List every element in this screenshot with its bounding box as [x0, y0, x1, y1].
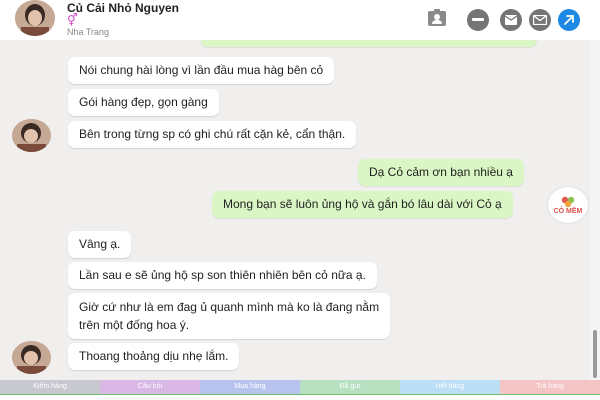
contact-avatar[interactable] — [15, 0, 55, 36]
sender-avatar[interactable] — [12, 341, 51, 374]
message-in: Gói hàng đẹp, gọn gàng — [68, 89, 219, 116]
message-in-multiline: Giờ cứ như là em đag ủ quanh mình mà ko … — [68, 293, 391, 339]
message-in: Thoang thoảng dịu nhẹ lắm. — [68, 343, 240, 370]
compose-input[interactable] — [0, 394, 600, 400]
message-in: Bên trong từng sp có ghi chú rất cặn kẻ,… — [68, 121, 357, 148]
scrollbar-track[interactable] — [590, 40, 600, 380]
quick-tag-bar: Kiểm hàng Câu hỏi Mua hàng Đã gửi Hết hà… — [0, 380, 600, 394]
tag-het-hang[interactable]: Hết hàng — [400, 380, 500, 394]
message-out: Dạ Cỏ cảm ơn bạn nhiều ạ — [358, 159, 524, 186]
contact-name[interactable]: Củ Cải Nhỏ Nguyen — [67, 1, 179, 15]
scrollbar-thumb[interactable] — [593, 330, 597, 378]
message-out: Mong bạn sẽ luôn ủng hộ và gắn bó lâu dà… — [212, 191, 513, 218]
inbox-button[interactable] — [500, 9, 522, 31]
tag-mua-hang[interactable]: Mua hàng — [200, 380, 300, 394]
envelope-icon — [505, 15, 517, 25]
message-list[interactable]: Nói chung hài lòng vì lần đầu mua hàg bê… — [0, 40, 590, 380]
message-line: Giờ cứ như là em đag ủ quanh mình mà ko … — [79, 300, 380, 314]
gender-icon: ⚥ — [67, 13, 78, 27]
tag-tra-hang[interactable]: Trả hàng — [500, 380, 600, 394]
clover-icon — [561, 196, 575, 208]
sender-avatar[interactable] — [12, 119, 51, 152]
tag-cau-hoi[interactable]: Câu hỏi — [100, 380, 200, 394]
arrow-up-right-icon — [564, 15, 574, 25]
message-line: trên một đống hoa ý. — [79, 318, 190, 332]
message-in: Vâng ạ. — [68, 231, 132, 258]
block-button[interactable] — [467, 9, 489, 31]
mail-icon — [533, 15, 547, 25]
contact-location: Nha Trang — [67, 27, 110, 37]
message-in: Lần sau e sẽ ủng hộ sp son thiên nhiên b… — [68, 262, 377, 289]
shop-logo-text: CỎ MỀM — [553, 208, 583, 215]
message-out-cropped — [201, 40, 537, 47]
minus-icon — [472, 18, 484, 21]
tag-kiem-hang[interactable]: Kiểm hàng — [0, 380, 100, 394]
contact-card-icon[interactable] — [427, 8, 447, 28]
send-button[interactable] — [558, 9, 580, 31]
tag-da-gui[interactable]: Đã gửi — [300, 380, 400, 394]
message-in: Nói chung hài lòng vì lần đầu mua hàg bê… — [68, 57, 335, 84]
shop-avatar[interactable]: CỎ MỀM — [548, 187, 588, 223]
chat-header: Củ Cải Nhỏ Nguyen ⚥ Nha Trang — [0, 0, 600, 40]
message-button[interactable] — [529, 9, 551, 31]
